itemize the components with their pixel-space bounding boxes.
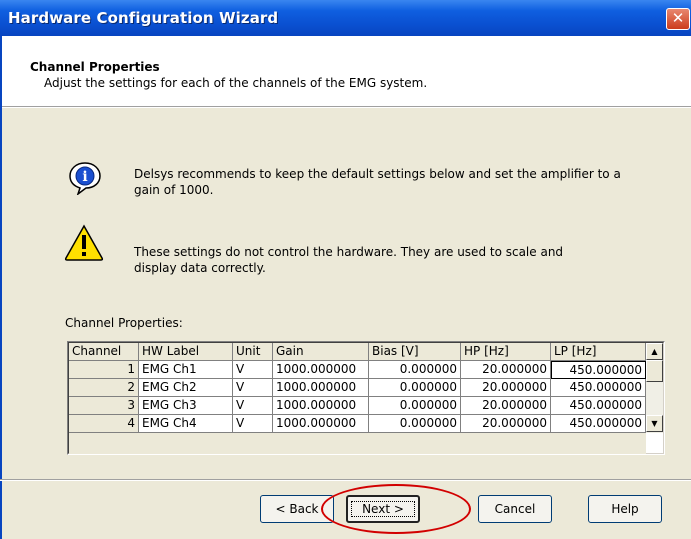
- svg-text:i: i: [82, 169, 87, 185]
- gain-cell[interactable]: 1000.000000: [273, 415, 369, 433]
- gain-cell[interactable]: 1000.000000: [273, 361, 369, 379]
- unit-cell[interactable]: V: [233, 361, 273, 379]
- chevron-down-icon: ▼: [651, 419, 658, 428]
- back-button-label: < Back: [275, 502, 319, 516]
- info-note: Delsys recommends to keep the default se…: [134, 166, 621, 198]
- grid-empty-area: [69, 433, 646, 454]
- close-button[interactable]: ✕: [666, 8, 690, 30]
- row-header[interactable]: 2: [69, 379, 139, 397]
- lp-cell[interactable]: 450.000000: [551, 397, 646, 415]
- scroll-down-button[interactable]: ▼: [646, 415, 663, 432]
- hw-label-cell[interactable]: EMG Ch2: [139, 379, 233, 397]
- table-row[interactable]: 2 EMG Ch2 V 1000.000000 0.000000 20.0000…: [69, 379, 646, 397]
- column-header-lp[interactable]: LP [Hz]: [551, 343, 646, 361]
- bias-cell[interactable]: 0.000000: [369, 361, 461, 379]
- lp-cell[interactable]: 450.000000: [551, 361, 646, 379]
- window-border: [0, 36, 2, 539]
- bias-cell[interactable]: 0.000000: [369, 379, 461, 397]
- wizard-header: Channel Properties Adjust the settings f…: [0, 36, 691, 106]
- cancel-button[interactable]: Cancel: [478, 495, 552, 523]
- hp-cell[interactable]: 20.000000: [461, 379, 551, 397]
- column-header-channel[interactable]: Channel: [69, 343, 139, 361]
- hw-label-cell[interactable]: EMG Ch1: [139, 361, 233, 379]
- next-button-highlight: [321, 484, 471, 534]
- page-title: Channel Properties: [30, 60, 160, 74]
- info-text-line-2: gain of 1000.: [134, 183, 214, 197]
- warning-icon: [64, 224, 104, 261]
- scroll-thumb[interactable]: [646, 360, 663, 382]
- info-text-line-1: Delsys recommends to keep the default se…: [134, 167, 621, 181]
- unit-cell[interactable]: V: [233, 415, 273, 433]
- chevron-up-icon: ▲: [651, 347, 658, 356]
- lp-cell[interactable]: 450.000000: [551, 379, 646, 397]
- footer-divider: [0, 479, 691, 481]
- hp-cell[interactable]: 20.000000: [461, 415, 551, 433]
- grid-vertical-scrollbar[interactable]: ▲ ▼: [646, 343, 663, 433]
- hw-label-cell[interactable]: EMG Ch3: [139, 397, 233, 415]
- gain-cell[interactable]: 1000.000000: [273, 397, 369, 415]
- help-button-label: Help: [611, 502, 639, 516]
- close-icon: ✕: [671, 9, 685, 27]
- bias-cell[interactable]: 0.000000: [369, 397, 461, 415]
- unit-cell[interactable]: V: [233, 379, 273, 397]
- channel-properties-grid[interactable]: Channel HW Label Unit Gain Bias [V] HP […: [67, 341, 665, 455]
- column-header-unit[interactable]: Unit: [233, 343, 273, 361]
- title-bar: Hardware Configuration Wizard ✕: [0, 0, 691, 36]
- info-icon: i: [69, 162, 101, 195]
- hp-cell[interactable]: 20.000000: [461, 397, 551, 415]
- warning-note: These settings do not control the hardwa…: [134, 244, 563, 276]
- row-header[interactable]: 3: [69, 397, 139, 415]
- row-header[interactable]: 1: [69, 361, 139, 379]
- hw-label-cell[interactable]: EMG Ch4: [139, 415, 233, 433]
- table-row[interactable]: 1 EMG Ch1 V 1000.000000 0.000000 20.0000…: [69, 361, 646, 379]
- hp-cell[interactable]: 20.000000: [461, 361, 551, 379]
- warning-text-line-2: display data correctly.: [134, 261, 266, 275]
- help-button[interactable]: Help: [588, 495, 662, 523]
- gain-cell[interactable]: 1000.000000: [273, 379, 369, 397]
- bias-cell[interactable]: 0.000000: [369, 415, 461, 433]
- window-title: Hardware Configuration Wizard: [8, 9, 279, 27]
- table-row[interactable]: 4 EMG Ch4 V 1000.000000 0.000000 20.0000…: [69, 415, 646, 433]
- channel-properties-label: Channel Properties:: [65, 316, 183, 330]
- unit-cell[interactable]: V: [233, 397, 273, 415]
- column-header-hw-label[interactable]: HW Label: [139, 343, 233, 361]
- column-header-bias[interactable]: Bias [V]: [369, 343, 461, 361]
- column-header-hp[interactable]: HP [Hz]: [461, 343, 551, 361]
- grid-header-row: Channel HW Label Unit Gain Bias [V] HP […: [69, 343, 646, 361]
- table-row[interactable]: 3 EMG Ch3 V 1000.000000 0.000000 20.0000…: [69, 397, 646, 415]
- page-subtitle: Adjust the settings for each of the chan…: [44, 76, 428, 90]
- warning-text-line-1: These settings do not control the hardwa…: [134, 245, 564, 259]
- lp-cell[interactable]: 450.000000: [551, 415, 646, 433]
- column-header-gain[interactable]: Gain: [273, 343, 369, 361]
- row-header[interactable]: 4: [69, 415, 139, 433]
- cancel-button-label: Cancel: [494, 502, 536, 516]
- scroll-up-button[interactable]: ▲: [646, 343, 663, 360]
